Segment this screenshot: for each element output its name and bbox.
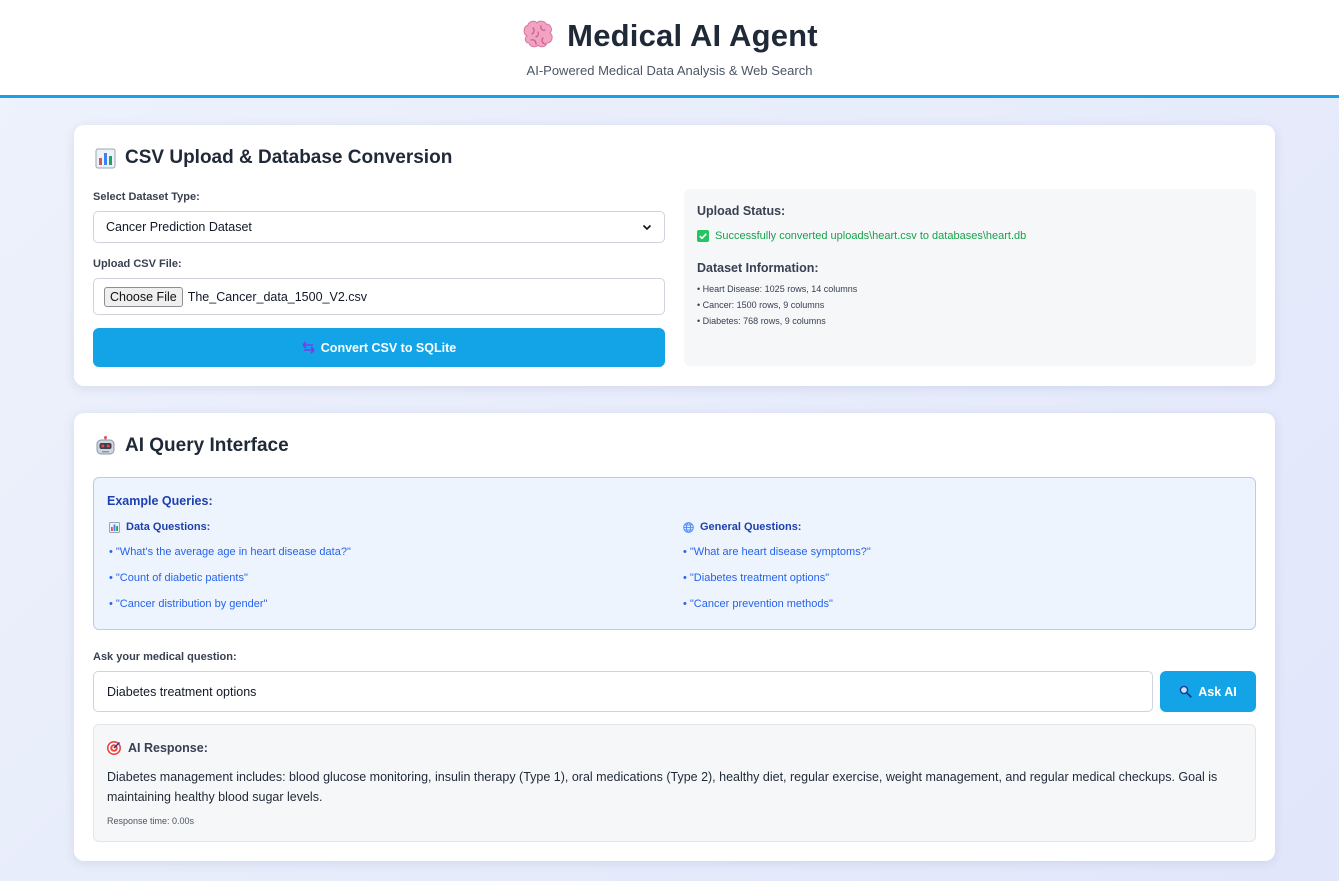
bar-chart-icon [109,521,120,533]
question-input[interactable]: Diabetes treatment options [93,671,1153,712]
csv-upload-title-text: CSV Upload & Database Conversion [125,147,453,168]
selected-file-name: The_Cancer_data_1500_V2.csv [187,289,367,304]
question-label: Ask your medical question: [93,651,237,663]
dataset-type-label: Select Dataset Type: [93,191,200,203]
example-general-question[interactable]: • "What are heart disease symptoms?" [683,546,871,559]
general-questions-heading-text: General Questions: [700,521,802,533]
status-message: Successfully converted uploads\heart.csv… [697,230,1243,242]
status-message-text: Successfully converted uploads\heart.csv… [715,230,1027,242]
dataset-info-title: Dataset Information: [697,261,819,275]
example-queries-panel: Example Queries: Data Questions: • "What… [93,477,1256,630]
ai-response-text: Diabetes management includes: blood gluc… [107,770,1218,804]
app-header: Medical AI Agent AI-Powered Medical Data… [0,0,1339,98]
ask-ai-button[interactable]: Ask AI [1160,671,1256,712]
ai-response-title: AI Response: [107,741,1242,755]
choose-file-button[interactable]: Choose File [104,286,183,307]
ai-query-title: AI Query Interface [95,435,289,457]
example-general-question[interactable]: • "Cancer prevention methods" [683,598,871,611]
csv-upload-card: CSV Upload & Database Conversion Select … [74,125,1275,386]
data-questions-heading-text: Data Questions: [126,521,211,533]
chevron-down-icon [642,224,652,231]
dataset-info-item: • Diabetes: 768 rows, 9 columns [697,316,826,326]
example-data-question[interactable]: • "What's the average age in heart disea… [109,546,351,559]
upload-status-panel: Upload Status: Successfully converted up… [684,189,1256,366]
ai-response-title-text: AI Response: [128,741,208,755]
app-subtitle: AI-Powered Medical Data Analysis & Web S… [526,63,813,78]
bar-chart-icon [95,148,116,168]
csv-upload-title: CSV Upload & Database Conversion [95,147,452,169]
dataset-info-item: • Heart Disease: 1025 rows, 14 columns [697,284,858,294]
question-input-value: Diabetes treatment options [107,684,257,699]
data-questions-column: Data Questions: • "What's the average ag… [109,521,351,611]
ai-query-card: AI Query Interface Example Queries: Data… [74,413,1275,861]
search-icon [1179,685,1192,698]
brain-icon [523,20,553,48]
robot-icon [96,435,115,454]
convert-csv-label: Convert CSV to SQLite [320,340,457,355]
dataset-info-list: • Heart Disease: 1025 rows, 14 columns •… [697,281,1243,329]
convert-csv-button[interactable]: Convert CSV to SQLite [93,328,665,367]
dataset-type-select[interactable]: Cancer Prediction Dataset [93,211,665,243]
general-questions-heading: General Questions: [683,521,871,533]
upload-status-title: Upload Status: [697,204,786,218]
ai-query-title-text: AI Query Interface [125,435,289,456]
csv-file-input[interactable]: Choose File The_Cancer_data_1500_V2.csv [93,278,665,315]
check-icon [697,230,709,242]
example-general-question[interactable]: • "Diabetes treatment options" [683,572,871,585]
ask-ai-label: Ask AI [1198,684,1237,699]
example-data-question[interactable]: • "Count of diabetic patients" [109,572,351,585]
example-queries-title: Example Queries: [107,494,213,508]
dataset-type-value: Cancer Prediction Dataset [106,220,252,234]
ai-response-panel: AI Response: Diabetes management include… [93,724,1256,842]
response-time: Response time: 0.00s [107,816,195,826]
upload-csv-label: Upload CSV File: [93,258,182,270]
globe-icon [683,521,694,533]
target-icon [107,741,121,755]
app-title: Medical AI Agent [567,18,818,53]
general-questions-column: General Questions: • "What are heart dis… [683,521,871,611]
dataset-info-item: • Cancer: 1500 rows, 9 columns [697,300,825,310]
header-title-row: Medical AI Agent [0,18,1339,54]
swap-arrows-icon [302,341,315,354]
example-data-question[interactable]: • "Cancer distribution by gender" [109,598,351,611]
data-questions-heading: Data Questions: [109,521,351,533]
